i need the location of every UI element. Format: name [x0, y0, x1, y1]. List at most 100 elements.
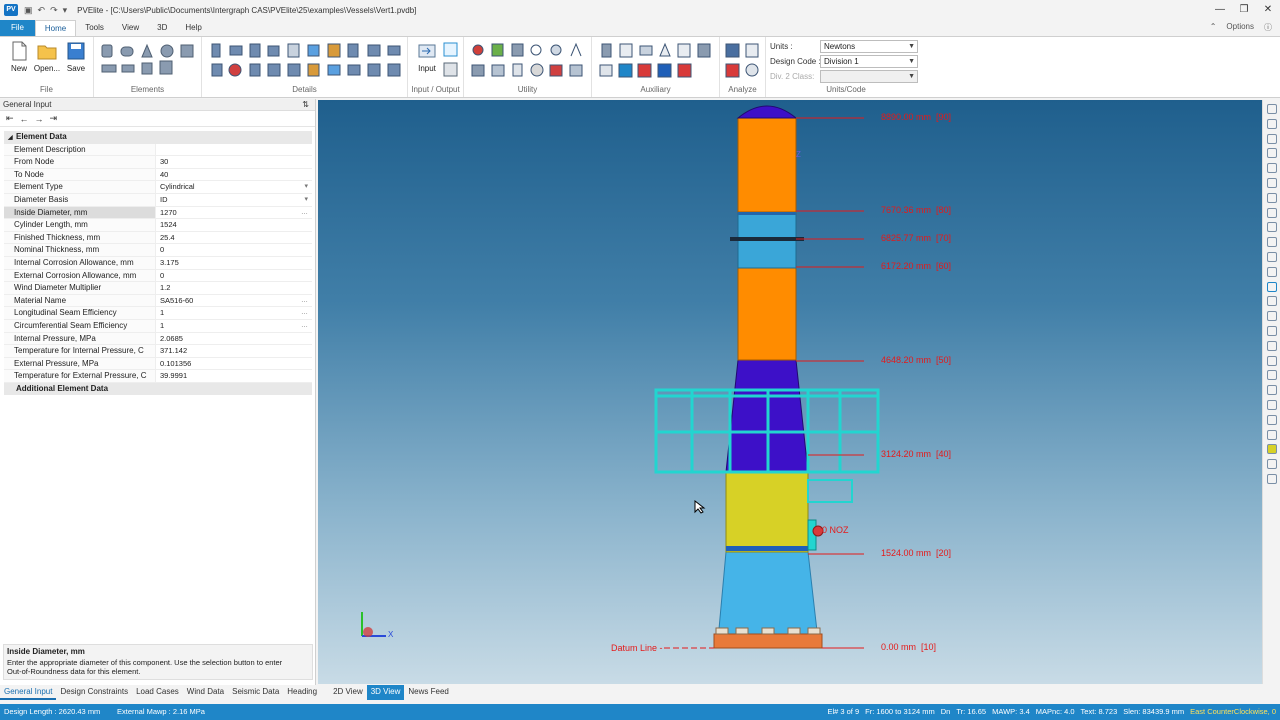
save-button[interactable]: Save: [61, 41, 91, 73]
chevron-down-icon[interactable]: ▾: [304, 194, 308, 206]
customize-icon[interactable]: ▾: [63, 5, 68, 16]
view-tool-icon[interactable]: [1266, 296, 1277, 307]
property-value[interactable]: 1270: [156, 207, 312, 219]
undo-icon[interactable]: ↶: [38, 5, 46, 16]
3d-viewport[interactable]: 8890.00 mm [90] 7670.36 mm [80] 6825.77 mm…: [318, 100, 1262, 684]
tab-seismic-data[interactable]: Seismic Data: [228, 685, 283, 700]
view-tool-icon[interactable]: [1266, 473, 1277, 484]
property-row[interactable]: Longitudinal Seam Efficiency 1…: [4, 307, 312, 320]
tab-load-cases[interactable]: Load Cases: [132, 685, 183, 700]
view-tool-icon[interactable]: [1266, 237, 1277, 248]
first-element-icon[interactable]: ⇤: [6, 113, 14, 124]
tab-3d[interactable]: 3D: [148, 20, 176, 36]
help-icon[interactable]: ⓘ: [1264, 22, 1272, 33]
property-row[interactable]: From Node 30: [4, 156, 312, 169]
property-value[interactable]: 1: [156, 320, 312, 332]
chevron-down-icon[interactable]: ▾: [304, 181, 308, 193]
ellipsis-button[interactable]: …: [301, 207, 308, 219]
view-tool-icon[interactable]: [1266, 281, 1277, 292]
minimize-button[interactable]: —: [1208, 0, 1232, 20]
view-tool-icon[interactable]: [1266, 222, 1277, 233]
property-row[interactable]: Finished Thickness, mm 25.4: [4, 231, 312, 245]
property-value[interactable]: 0: [156, 244, 312, 256]
view-tool-icon[interactable]: [1266, 414, 1277, 425]
view-tool-icon[interactable]: [1266, 429, 1277, 440]
view-tool-icon[interactable]: [1266, 177, 1277, 188]
view-tool-icon[interactable]: [1266, 311, 1277, 322]
tab-3d-view[interactable]: 3D View: [366, 685, 405, 700]
tab-general-input[interactable]: General Input: [0, 685, 57, 700]
property-row[interactable]: Cylinder Length, mm 1524: [4, 219, 312, 232]
view-tool-icon[interactable]: [1266, 444, 1277, 455]
category-additional-element-data[interactable]: Additional Element Data: [4, 382, 312, 396]
tab-news-feed[interactable]: News Feed: [404, 685, 452, 700]
property-row[interactable]: External Corrosion Allowance, mm 0: [4, 269, 312, 283]
view-tool-icon[interactable]: [1266, 355, 1277, 366]
property-value[interactable]: 30: [156, 156, 312, 168]
view-tool-icon[interactable]: [1266, 207, 1277, 218]
property-value[interactable]: 25.4: [156, 232, 312, 244]
view-tool-icon[interactable]: [1266, 399, 1277, 410]
design-code-select[interactable]: Division 1 ▼: [820, 55, 918, 68]
property-row[interactable]: Element Type Cylindrical ▾: [4, 181, 312, 194]
property-row[interactable]: To Node 40: [4, 168, 312, 182]
view-tool-icon[interactable]: [1266, 163, 1277, 174]
property-value[interactable]: 39.9991: [156, 370, 312, 382]
property-row[interactable]: External Pressure, MPa 0.101356: [4, 357, 312, 371]
property-row[interactable]: Nominal Thickness, mm 0: [4, 244, 312, 257]
input-button[interactable]: Input: [412, 41, 442, 73]
view-tool-icon[interactable]: [1266, 266, 1277, 277]
pin-icon[interactable]: ⇅: [302, 99, 309, 111]
ellipsis-button[interactable]: …: [301, 295, 308, 307]
property-value[interactable]: SA516-60: [156, 295, 312, 307]
category-element-data[interactable]: ◢ Element Data: [4, 131, 312, 144]
property-value[interactable]: ID: [156, 194, 312, 206]
property-value[interactable]: 0.101356: [156, 358, 312, 370]
tab-tools[interactable]: Tools: [76, 20, 113, 36]
property-value[interactable]: 1: [156, 307, 312, 319]
view-tool-icon[interactable]: [1266, 340, 1277, 351]
tab-wind-data[interactable]: Wind Data: [183, 685, 228, 700]
units-select[interactable]: Newtons ▼: [820, 40, 918, 53]
property-value[interactable]: 1524: [156, 219, 312, 231]
view-tool-icon[interactable]: [1266, 104, 1277, 114]
tab-home[interactable]: Home: [34, 20, 77, 36]
property-row[interactable]: Temperature for External Pressure, C 39.9…: [4, 370, 312, 383]
view-tool-icon[interactable]: [1266, 118, 1277, 129]
tab-view[interactable]: View: [113, 20, 148, 36]
property-row[interactable]: Internal Corrosion Allowance, mm 3.175: [4, 256, 312, 270]
close-button[interactable]: ✕: [1256, 0, 1280, 20]
property-row[interactable]: Diameter Basis ID ▾: [4, 193, 312, 207]
property-row[interactable]: Element Description: [4, 143, 312, 157]
property-value[interactable]: 3.175: [156, 257, 312, 269]
property-value[interactable]: [156, 144, 312, 156]
next-element-icon[interactable]: →: [35, 114, 44, 124]
view-tool-icon[interactable]: [1266, 133, 1277, 144]
new-button[interactable]: New: [4, 41, 34, 73]
property-row[interactable]: Internal Pressure, MPa 2.0685: [4, 332, 312, 346]
property-row[interactable]: Temperature for Internal Pressure, C 371.…: [4, 345, 312, 358]
property-value[interactable]: 40: [156, 169, 312, 181]
tab-design-constraints[interactable]: Design Constraints: [56, 685, 132, 700]
property-value[interactable]: 2.0685: [156, 333, 312, 345]
view-tool-icon[interactable]: [1266, 192, 1277, 203]
options-menu[interactable]: Options: [1226, 22, 1254, 33]
property-value[interactable]: 1.2: [156, 282, 312, 294]
tab-2d-view[interactable]: 2D View: [329, 685, 367, 700]
view-tool-icon[interactable]: [1266, 148, 1277, 159]
restore-button[interactable]: ❐: [1232, 0, 1256, 20]
view-tool-icon[interactable]: [1266, 459, 1277, 470]
redo-icon[interactable]: ↷: [50, 5, 58, 16]
tab-heading[interactable]: Heading: [283, 685, 321, 700]
property-value[interactable]: 371.142: [156, 345, 312, 357]
ellipsis-button[interactable]: …: [301, 320, 308, 332]
collapse-ribbon-icon[interactable]: ⌃: [1210, 22, 1217, 33]
property-row[interactable]: Wind Diameter Multiplier 1.2: [4, 282, 312, 295]
view-tool-icon[interactable]: [1266, 251, 1277, 262]
view-tool-icon[interactable]: [1266, 325, 1277, 336]
view-tool-icon[interactable]: [1266, 370, 1277, 381]
open-button[interactable]: Open...: [32, 41, 62, 73]
save-icon[interactable]: ▣: [24, 5, 33, 16]
tab-file[interactable]: File: [0, 20, 35, 36]
property-row[interactable]: Inside Diameter, mm 1270…: [4, 206, 312, 220]
